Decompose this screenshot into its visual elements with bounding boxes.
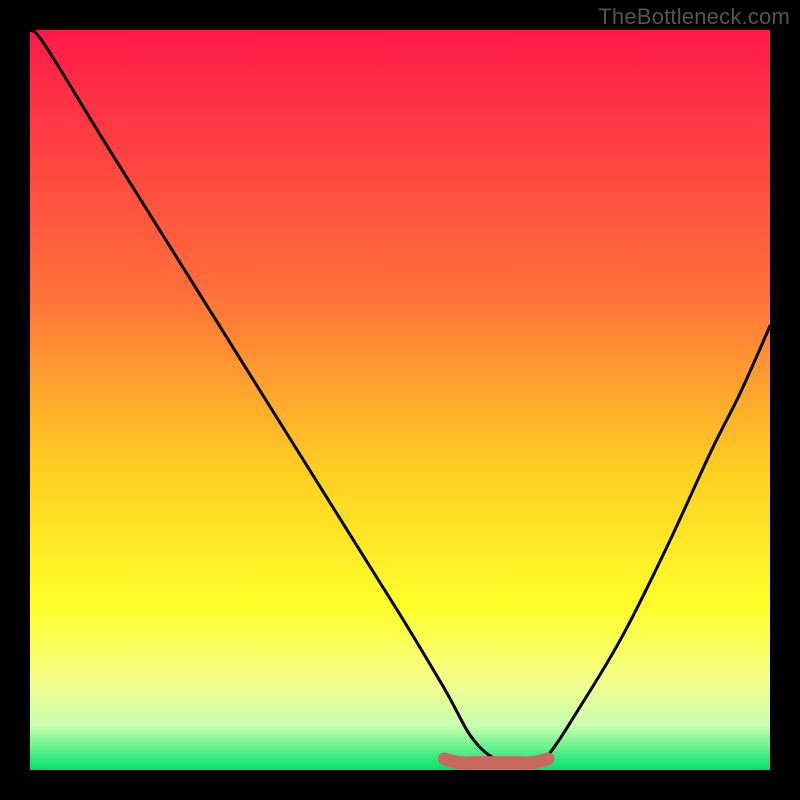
curve-svg [30, 30, 770, 770]
plot-area [30, 30, 770, 770]
watermark-text: TheBottleneck.com [598, 4, 790, 30]
chart-stage: TheBottleneck.com [0, 0, 800, 800]
main-curve-path [30, 30, 770, 765]
accent-band-path [444, 759, 548, 763]
